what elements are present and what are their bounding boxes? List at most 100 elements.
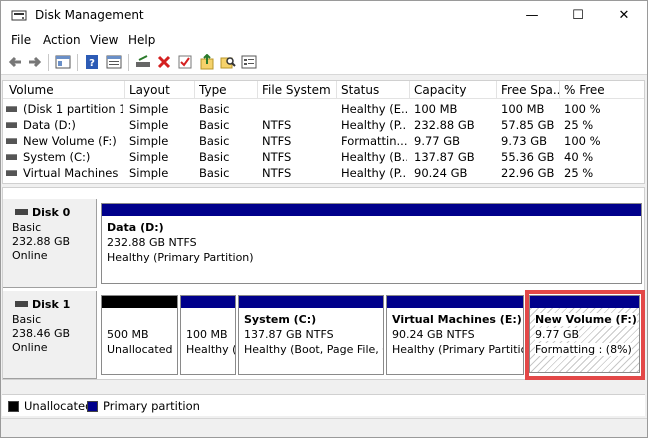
title-bar[interactable]: Disk Management — ☐ ✕ <box>1 1 647 30</box>
column-divider[interactable] <box>336 81 337 99</box>
delete-icon[interactable] <box>156 54 172 70</box>
table-cell: Basic <box>199 134 230 148</box>
table-cell: Basic <box>199 102 230 116</box>
table-row[interactable]: System (C:) Simple Basic NTFS Healthy (B... 1… <box>3 149 644 165</box>
primary-partition-bar <box>239 296 383 308</box>
legend-unallocated-label: Unallocated <box>24 399 93 413</box>
connect-disk-icon[interactable] <box>135 54 151 70</box>
disk-type: Basic <box>12 221 42 234</box>
show-hide-console-tree-icon[interactable] <box>55 54 71 70</box>
disk-size: 238.46 GB <box>12 327 71 340</box>
disk-1-label[interactable]: Disk 1 Basic 238.46 GB Online <box>3 291 97 379</box>
column-divider[interactable] <box>496 81 497 99</box>
menu-file[interactable]: File <box>11 33 31 47</box>
partition-title: Data (D:) <box>107 221 164 234</box>
partition-status: Healthy ( <box>186 343 236 356</box>
primary-partition-bar <box>181 296 235 308</box>
table-cell: Healthy (E... <box>341 102 407 116</box>
menu-bar: File Action View Help <box>1 30 647 50</box>
column-free-space[interactable]: Free Spa... <box>501 83 559 97</box>
table-cell: 90.24 GB <box>414 166 468 180</box>
disk-name: Disk 0 <box>32 206 71 219</box>
table-cell: 100 MB <box>414 102 458 116</box>
column-divider[interactable] <box>194 81 195 99</box>
toolbar-separator <box>128 54 129 71</box>
table-cell: 22.96 GB <box>501 166 555 180</box>
table-cell: 9.73 GB <box>501 134 548 148</box>
search-icon[interactable] <box>220 54 236 70</box>
column-volume[interactable]: Volume <box>9 83 121 97</box>
legend: Unallocated Primary partition <box>2 394 645 416</box>
table-row[interactable]: (Disk 1 partition 1) Simple Basic Healthy (… <box>3 101 644 117</box>
partition-status: Healthy (Boot, Page File, Cr <box>244 343 384 356</box>
table-row[interactable]: Data (D:) Simple Basic NTFS Healthy (P... 232… <box>3 117 644 133</box>
volume-icon <box>6 106 17 112</box>
partition-system-c[interactable]: System (C:) 137.87 GB NTFS Healthy (Boot… <box>238 295 384 375</box>
disk-management-window: Disk Management — ☐ ✕ File Action View H… <box>0 0 648 438</box>
table-cell: Healthy (P... <box>341 118 407 132</box>
legend-unallocated-swatch <box>8 401 19 412</box>
table-cell: 40 % <box>564 150 594 164</box>
column-divider[interactable] <box>409 81 410 99</box>
forward-icon[interactable] <box>27 54 43 70</box>
menu-action[interactable]: Action <box>43 33 81 47</box>
table-cell: NTFS <box>262 166 292 180</box>
table-cell: Basic <box>199 118 230 132</box>
table-cell: Formattin... <box>341 134 407 148</box>
menu-help[interactable]: Help <box>128 33 155 47</box>
column-divider[interactable] <box>124 81 125 99</box>
disk-status: Online <box>12 341 48 354</box>
table-cell: NTFS <box>262 134 292 148</box>
table-cell: Basic <box>199 166 230 180</box>
partition-title: System (C:) <box>244 313 317 326</box>
primary-partition-bar <box>102 204 641 216</box>
column-file-system[interactable]: File System <box>262 83 336 97</box>
check-icon[interactable] <box>177 54 193 70</box>
help-icon[interactable]: ? <box>84 54 100 70</box>
table-cell: 100 % <box>564 102 601 116</box>
svg-text:?: ? <box>89 58 95 69</box>
primary-partition-bar <box>387 296 523 308</box>
volume-icon <box>6 170 17 176</box>
column-type[interactable]: Type <box>199 83 257 97</box>
properties-icon[interactable] <box>106 54 122 70</box>
table-row[interactable]: New Volume (F:) Simple Basic NTFS Formattin.… <box>3 133 644 149</box>
close-button[interactable]: ✕ <box>601 1 647 30</box>
disk-status: Online <box>12 249 48 262</box>
volume-icon <box>6 138 17 144</box>
column-layout[interactable]: Layout <box>129 83 195 97</box>
back-icon[interactable] <box>7 54 23 70</box>
settings-icon[interactable] <box>241 54 257 70</box>
table-row[interactable]: Virtual Machines (... Simple Basic NTFS Heal… <box>3 165 644 181</box>
column-percent-free[interactable]: % Free <box>564 83 634 97</box>
legend-primary-label: Primary partition <box>103 399 200 413</box>
column-status[interactable]: Status <box>341 83 409 97</box>
partition-virtual-machines-e[interactable]: Virtual Machines (E:) 90.24 GB NTFS Heal… <box>386 295 524 375</box>
partition-size: 90.24 GB NTFS <box>392 328 475 341</box>
table-cell: Simple <box>129 150 169 164</box>
disk-0-label[interactable]: Disk 0 Basic 232.88 GB Online <box>3 199 97 288</box>
volume-list: Volume Layout Type File System Status Ca… <box>2 80 645 184</box>
volume-icon <box>6 122 17 128</box>
minimize-button[interactable]: — <box>509 1 555 30</box>
toolbar-separator <box>77 54 78 71</box>
maximize-button[interactable]: ☐ <box>555 1 601 30</box>
disk-name: Disk 1 <box>32 298 71 311</box>
status-bar <box>1 418 647 437</box>
partition-disk1-partition1[interactable]: 100 MB Healthy ( <box>180 295 236 375</box>
table-cell: 100 % <box>564 134 601 148</box>
menu-view[interactable]: View <box>90 33 118 47</box>
table-cell: Simple <box>129 118 169 132</box>
partition-unallocated[interactable]: 500 MB Unallocated <box>101 295 178 375</box>
import-icon[interactable] <box>199 54 215 70</box>
column-divider[interactable] <box>559 81 560 99</box>
table-cell: (Disk 1 partition 1) <box>23 102 123 116</box>
column-divider[interactable] <box>257 81 258 99</box>
disk-0-row: Disk 0 Basic 232.88 GB Online Data (D:) … <box>3 199 646 288</box>
column-capacity[interactable]: Capacity <box>414 83 496 97</box>
table-cell: NTFS <box>262 118 292 132</box>
partition-size: 100 MB <box>186 328 228 341</box>
partition-data-d[interactable]: Data (D:) 232.88 GB NTFS Healthy (Primar… <box>101 203 642 284</box>
partition-size: 500 MB <box>107 328 149 341</box>
disk-type: Basic <box>12 313 42 326</box>
